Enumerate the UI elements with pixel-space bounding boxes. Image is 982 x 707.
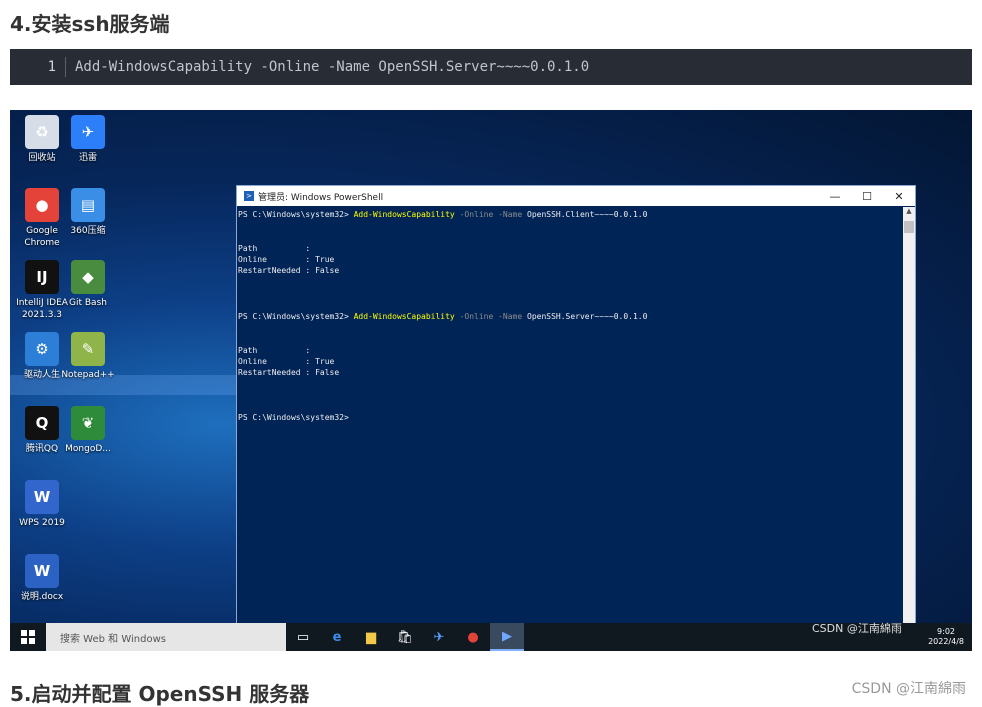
code-line-number: 1 xyxy=(10,57,66,77)
desktop-screenshot: ♻ 回收站 ✈ 迅雷 ● Google Chrome ▤ 360压缩 IJ IntelliJ ID… xyxy=(10,110,972,651)
section-heading-4: 4.安装ssh服务端 xyxy=(10,12,170,36)
desktop-icon-label: 迅雷 xyxy=(78,153,97,163)
powershell-taskbar-icon[interactable]: ▶ xyxy=(490,623,524,651)
image-watermark: CSDN @江南綿雨 xyxy=(812,622,902,635)
system-tray: 9:02 2022/4/8 xyxy=(928,627,972,647)
zip-icon: ▤ xyxy=(71,188,105,222)
start-button[interactable] xyxy=(10,630,46,644)
code-text: Add-WindowsCapability -Online -Name Open… xyxy=(75,59,590,75)
desktop-icon-docx[interactable]: W 说明.docx xyxy=(12,554,72,603)
desktop-icon-label: WPS 2019 xyxy=(19,518,65,528)
maximize-button[interactable]: ☐ xyxy=(851,190,883,203)
notepad-icon: ✎ xyxy=(71,332,105,366)
file-explorer-icon[interactable]: ▆ xyxy=(354,623,388,651)
mongodb-icon: ❦ xyxy=(71,406,105,440)
driver-icon: ⚙ xyxy=(25,332,59,366)
windows-logo-icon xyxy=(21,630,35,644)
store-icon[interactable]: 🛍 xyxy=(388,623,422,651)
desktop-icon-label: 360压缩 xyxy=(70,226,106,236)
desktop-icon-thunder[interactable]: ✈ 迅雷 xyxy=(58,115,118,164)
desktop-icon-label: Git Bash xyxy=(69,298,107,308)
desktop-icon-wps[interactable]: W WPS 2019 xyxy=(12,480,72,529)
powershell-icon: > xyxy=(244,191,254,201)
thunder-icon: ✈ xyxy=(71,115,105,149)
console-output[interactable]: PS C:\Windows\system32> Add-WindowsCapab… xyxy=(237,207,903,646)
desktop-icon-label: Notepad++ xyxy=(61,370,115,380)
csdn-credit: CSDN @江南綿雨 xyxy=(851,681,966,697)
edge-icon[interactable]: e xyxy=(320,623,354,651)
clock-time: 9:02 xyxy=(937,627,956,636)
scroll-thumb[interactable] xyxy=(904,221,914,233)
desktop-icon-label: 说明.docx xyxy=(20,592,64,602)
intellij-icon: IJ xyxy=(25,260,59,294)
desktop-icon-zip[interactable]: ▤ 360压缩 xyxy=(58,188,118,237)
desktop-icon-notepad[interactable]: ✎ Notepad++ xyxy=(58,332,118,381)
console-scrollbar[interactable]: ▲ xyxy=(903,207,915,646)
taskbar-clock[interactable]: 9:02 2022/4/8 xyxy=(928,627,964,647)
taskbar-search-box[interactable]: 搜索 Web 和 Windows xyxy=(46,623,286,651)
code-block: 1 Add-WindowsCapability -Online -Name Op… xyxy=(10,49,972,85)
git-icon: ◆ xyxy=(71,260,105,294)
chrome-taskbar-icon[interactable]: ● xyxy=(456,623,490,651)
docx-icon: W xyxy=(25,554,59,588)
window-title: 管理员: Windows PowerShell xyxy=(258,192,384,203)
chrome-icon: ● xyxy=(25,188,59,222)
powershell-window[interactable]: > 管理员: Windows PowerShell — ☐ ✕ PS C:\Wi… xyxy=(236,185,916,647)
task-view-icon[interactable]: ▭ xyxy=(286,623,320,651)
desktop-icon-mongodb[interactable]: ❦ MongoD... xyxy=(58,406,118,455)
scroll-up-arrow[interactable]: ▲ xyxy=(903,207,915,219)
section-heading-5: 5.启动并配置 OpenSSH 服务器 xyxy=(10,682,310,706)
window-titlebar[interactable]: > 管理员: Windows PowerShell — ☐ ✕ xyxy=(237,186,915,206)
minimize-button[interactable]: — xyxy=(819,190,851,203)
qq-icon: Q xyxy=(25,406,59,440)
close-button[interactable]: ✕ xyxy=(883,190,915,203)
desktop-icon-git[interactable]: ◆ Git Bash xyxy=(58,260,118,309)
thunder-taskbar-icon[interactable]: ✈ xyxy=(422,623,456,651)
recycle-bin-icon: ♻ xyxy=(25,115,59,149)
desktop-icon-label: MongoD... xyxy=(65,444,111,454)
clock-date: 2022/4/8 xyxy=(928,637,964,646)
wps-icon: W xyxy=(25,480,59,514)
